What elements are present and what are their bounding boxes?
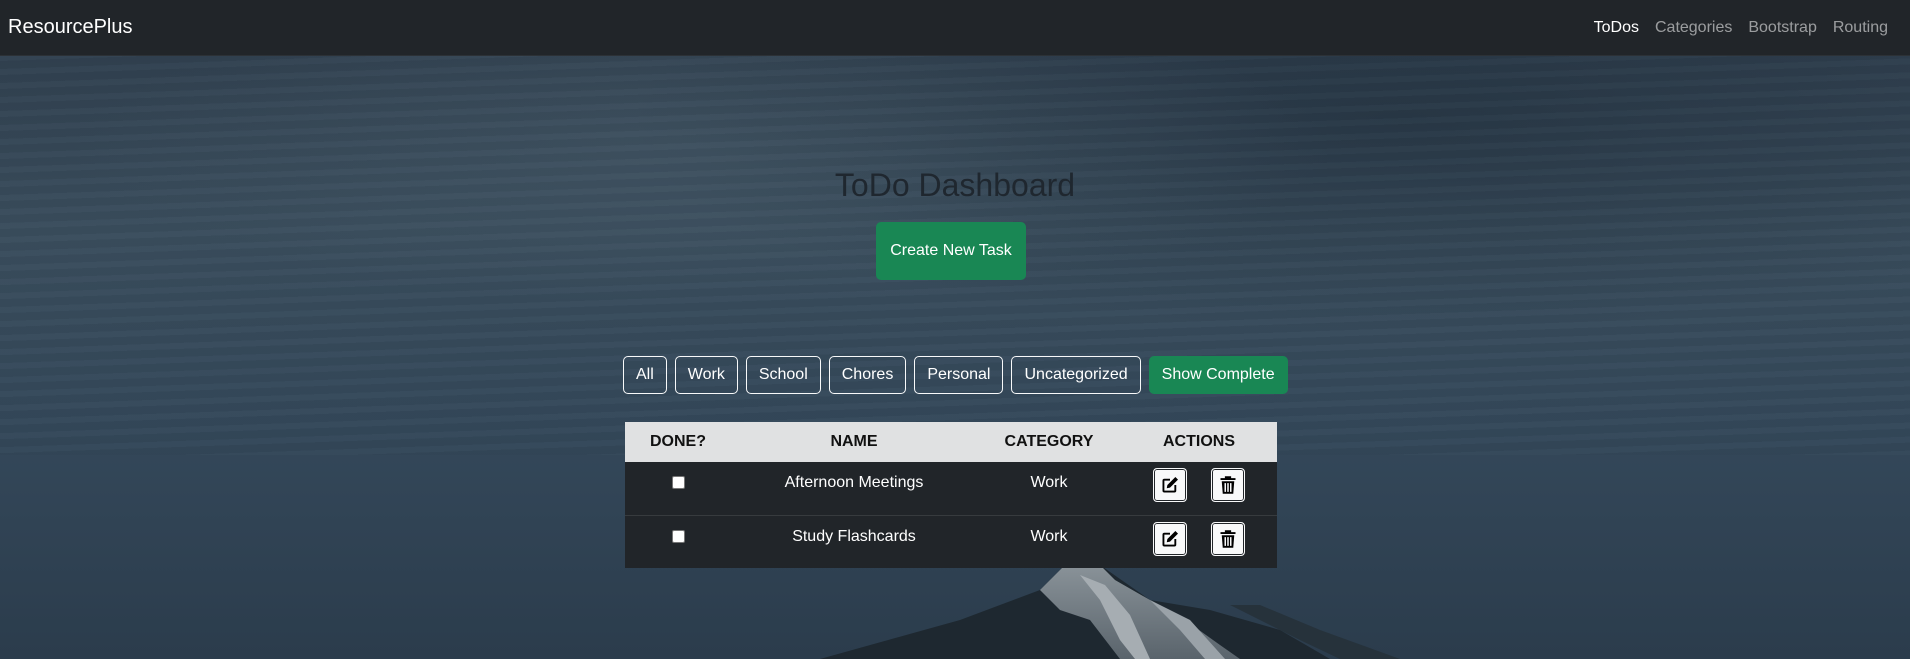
delete-button[interactable] [1211,468,1246,502]
pencil-square-icon [1162,530,1178,546]
done-cell [625,462,731,515]
filter-school-button[interactable]: School [745,356,821,394]
task-category: Work [977,514,1121,568]
table-header-row: Done? Name Category Actions [625,422,1277,462]
nav-link-categories[interactable]: Categories [1647,19,1740,37]
filter-personal-button[interactable]: Personal [914,356,1004,394]
done-checkbox[interactable] [671,529,685,543]
actions-cell [1121,514,1277,568]
trash-icon [1220,476,1236,494]
filter-work-button[interactable]: Work [674,356,738,394]
actions-cell [1121,462,1277,515]
task-name: Study Flashcards [731,514,977,568]
category-filter-bar: All Work School Chores Personal Uncatego… [623,356,1288,394]
header-done: Done? [625,422,731,462]
brand-logo[interactable]: ResourcePlus [8,16,133,39]
table-row: Afternoon Meetings Work [625,462,1277,515]
task-name: Afternoon Meetings [731,462,977,515]
pencil-square-icon [1162,477,1178,493]
nav-link-todos[interactable]: ToDos [1586,19,1647,37]
filter-chores-button[interactable]: Chores [828,356,907,394]
todo-table: Done? Name Category Actions Afternoon Me… [625,422,1277,568]
trash-icon [1220,529,1236,548]
page-title: ToDo Dashboard [834,167,1076,203]
header-category: Category [977,422,1121,462]
done-cell [625,514,731,568]
done-checkbox[interactable] [671,476,685,489]
nav-link-routing[interactable]: Routing [1825,19,1896,37]
nav-link-bootstrap[interactable]: Bootstrap [1740,19,1824,37]
edit-button[interactable] [1152,521,1187,556]
navbar: ResourcePlus ToDos Categories Bootstrap … [0,0,1910,56]
task-category: Work [977,462,1121,515]
filter-all-button[interactable]: All [623,356,667,394]
header-actions: Actions [1121,422,1277,462]
table-row: Study Flashcards Work [625,514,1277,568]
create-task-button[interactable]: Create New Task [876,222,1026,280]
show-complete-button[interactable]: Show Complete [1148,356,1288,394]
nav-links: ToDos Categories Bootstrap Routing [1586,19,1902,37]
filter-uncategorized-button[interactable]: Uncategorized [1011,356,1141,394]
delete-button[interactable] [1211,521,1246,556]
header-name: Name [731,422,977,462]
edit-button[interactable] [1152,468,1187,502]
